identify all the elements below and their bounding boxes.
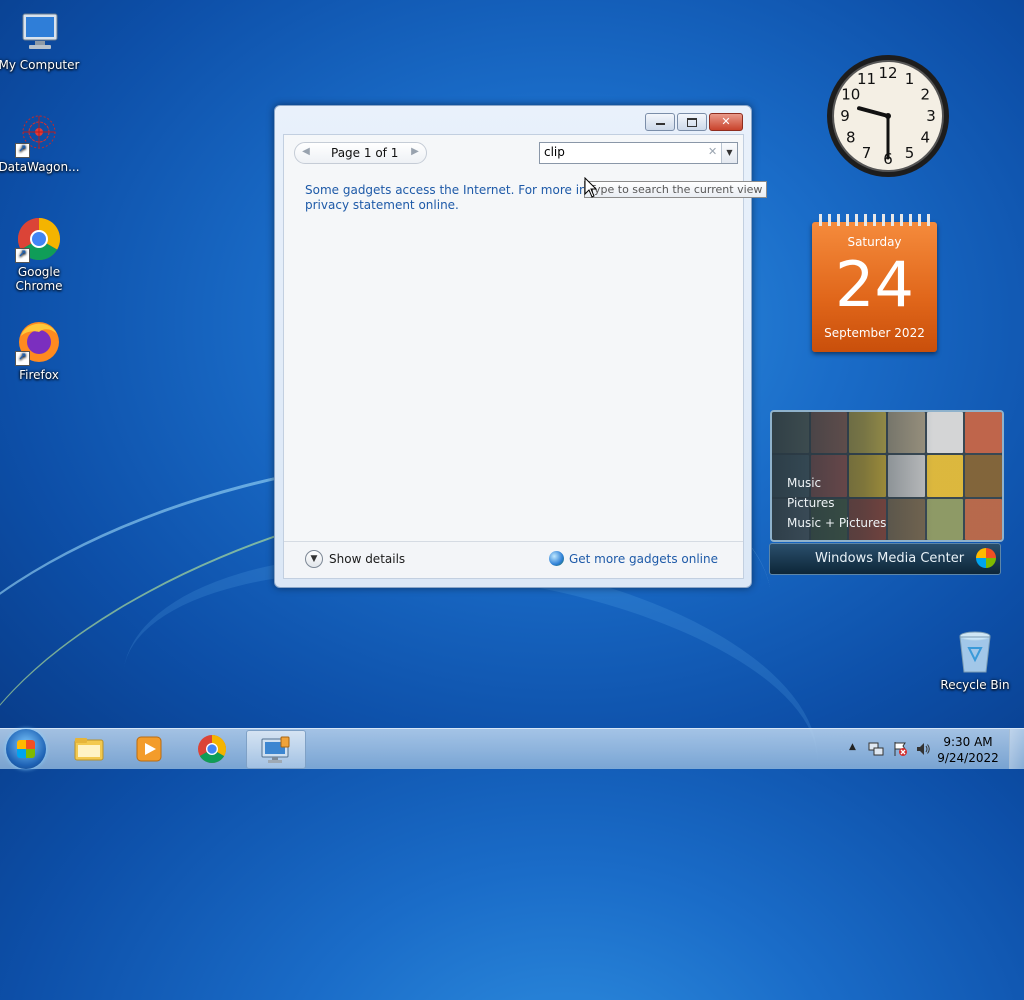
shortcut-arrow-icon: ↗: [15, 248, 30, 263]
desktop-icon-recycle-bin[interactable]: Recycle Bin: [933, 628, 1017, 692]
get-more-gadgets-link[interactable]: Get more gadgets online: [548, 551, 718, 566]
gadgets-icon: [261, 736, 290, 763]
calendar-gadget[interactable]: Saturday 24 September 2022: [812, 214, 937, 352]
clock-numeral: 9: [840, 107, 850, 125]
show-details-button[interactable]: ▼ Show details: [305, 550, 405, 568]
tray-date: 9/24/2022: [937, 751, 999, 765]
clock-gadget[interactable]: 121234567891011: [825, 53, 951, 182]
clock-numeral: 7: [862, 144, 872, 162]
calendar-day-number: 24: [835, 248, 914, 321]
taskbar-chrome-button[interactable]: [183, 730, 241, 767]
gadget-gallery-window: ✕ ◀ Page 1 of 1 ▶ ✕ ▼ Type to search the…: [274, 105, 768, 588]
folder-icon: [74, 737, 104, 760]
shortcut-arrow-icon: ↗: [15, 143, 30, 158]
clock-numeral: 4: [920, 129, 930, 147]
media-menu: Music Pictures Music + Pictures: [787, 473, 886, 533]
calendar-month-year: September 2022: [824, 326, 925, 340]
desktop-icon-label: My Computer: [0, 58, 80, 72]
maximize-icon: [687, 117, 697, 127]
chrome-icon: ↗: [15, 215, 63, 263]
minimize-button[interactable]: [645, 113, 675, 131]
close-icon: ✕: [721, 115, 731, 128]
media-center-gadget[interactable]: Music Pictures Music + Pictures: [770, 410, 1004, 542]
clock-numeral: 11: [857, 70, 876, 88]
get-more-gadgets-label: Get more gadgets online: [568, 551, 718, 566]
recycle-bin-icon: [951, 628, 999, 676]
volume-icon[interactable]: [915, 741, 931, 760]
windows-logo-icon: [17, 740, 35, 758]
clock-numeral: 8: [846, 129, 856, 147]
media-player-icon: [136, 736, 162, 761]
search-tooltip: Type to search the current view: [584, 181, 768, 198]
media-center-title: Windows Media Center: [815, 551, 965, 566]
search-dropdown-button[interactable]: ▼: [721, 143, 737, 163]
desktop-icon-my-computer[interactable]: My Computer: [0, 8, 81, 72]
desktop-icon-firefox[interactable]: ↗ Firefox: [0, 318, 81, 382]
shortcut-arrow-icon: ↗: [15, 351, 30, 366]
page-navigator: ◀ Page 1 of 1 ▶: [294, 142, 427, 164]
next-page-button[interactable]: ▶: [408, 145, 422, 159]
clock-numeral: 10: [841, 86, 860, 104]
show-details-label: Show details: [329, 552, 406, 566]
show-desktop-button[interactable]: [1009, 729, 1024, 769]
taskbar-explorer-button[interactable]: [60, 730, 118, 767]
previous-page-button[interactable]: ◀: [299, 145, 313, 159]
tray-clock[interactable]: 9:30 AM 9/24/2022: [936, 734, 1000, 766]
tray-time: 9:30 AM: [943, 735, 993, 749]
system-tray: ▲ 9:30 AM 9/24/2022: [824, 729, 1024, 769]
minimize-icon: [655, 123, 665, 125]
page-label: Page 1 of 1: [331, 146, 399, 160]
globe-icon: [548, 551, 564, 566]
media-center-title-bar[interactable]: Windows Media Center: [769, 543, 1001, 575]
window-controls: ✕: [645, 113, 743, 131]
calendar-weekday: Saturday: [847, 235, 902, 249]
clock-numeral: 2: [920, 86, 930, 104]
media-menu-music[interactable]: Music: [787, 473, 886, 493]
chrome-icon: [198, 734, 227, 763]
start-button[interactable]: [6, 729, 46, 769]
close-button[interactable]: ✕: [709, 113, 743, 131]
taskbar-media-player-button[interactable]: [120, 730, 178, 767]
desktop-icon-label: Firefox: [19, 368, 59, 382]
search-input[interactable]: [544, 145, 704, 159]
computer-icon: [15, 8, 63, 56]
clear-search-icon[interactable]: ✕: [708, 145, 717, 158]
network-icon[interactable]: [868, 741, 884, 760]
desktop-icon-chrome[interactable]: ↗ Google Chrome: [0, 215, 81, 293]
clock-numeral: 12: [878, 64, 897, 82]
taskbar-gadgets-button[interactable]: [246, 730, 306, 769]
desktop-icon-datawagon[interactable]: ↗ DataWagon...: [0, 110, 81, 174]
mouse-cursor-icon: [584, 176, 598, 202]
maximize-button[interactable]: [677, 113, 707, 131]
clock-numeral: 5: [905, 144, 915, 162]
media-menu-music-pictures[interactable]: Music + Pictures: [787, 513, 886, 533]
datawagon-icon: ↗: [15, 110, 63, 158]
show-hidden-icons-button[interactable]: ▲: [849, 742, 856, 752]
chevron-down-icon: ▼: [305, 550, 323, 568]
firefox-icon: ↗: [15, 318, 63, 366]
taskbar: ▲ 9:30 AM 9/24/2022: [0, 728, 1024, 769]
windows-logo-icon: [976, 548, 996, 568]
gadget-gallery-content: ◀ Page 1 of 1 ▶ ✕ ▼ Type to search the c…: [283, 134, 768, 579]
clock-numeral: 3: [926, 107, 936, 125]
search-box: ✕ ▼: [539, 142, 738, 164]
desktop-icon-label: DataWagon...: [0, 160, 80, 174]
desktop-icon-label: Recycle Bin: [940, 678, 1010, 692]
clock-numeral: 1: [905, 70, 915, 88]
desktop-icon-label: Google Chrome: [15, 265, 63, 293]
action-center-icon[interactable]: [892, 741, 908, 760]
media-menu-pictures[interactable]: Pictures: [787, 493, 886, 513]
calendar-rings: [816, 214, 933, 226]
gallery-footer: ▼ Show details Get more gadgets online: [284, 541, 743, 578]
